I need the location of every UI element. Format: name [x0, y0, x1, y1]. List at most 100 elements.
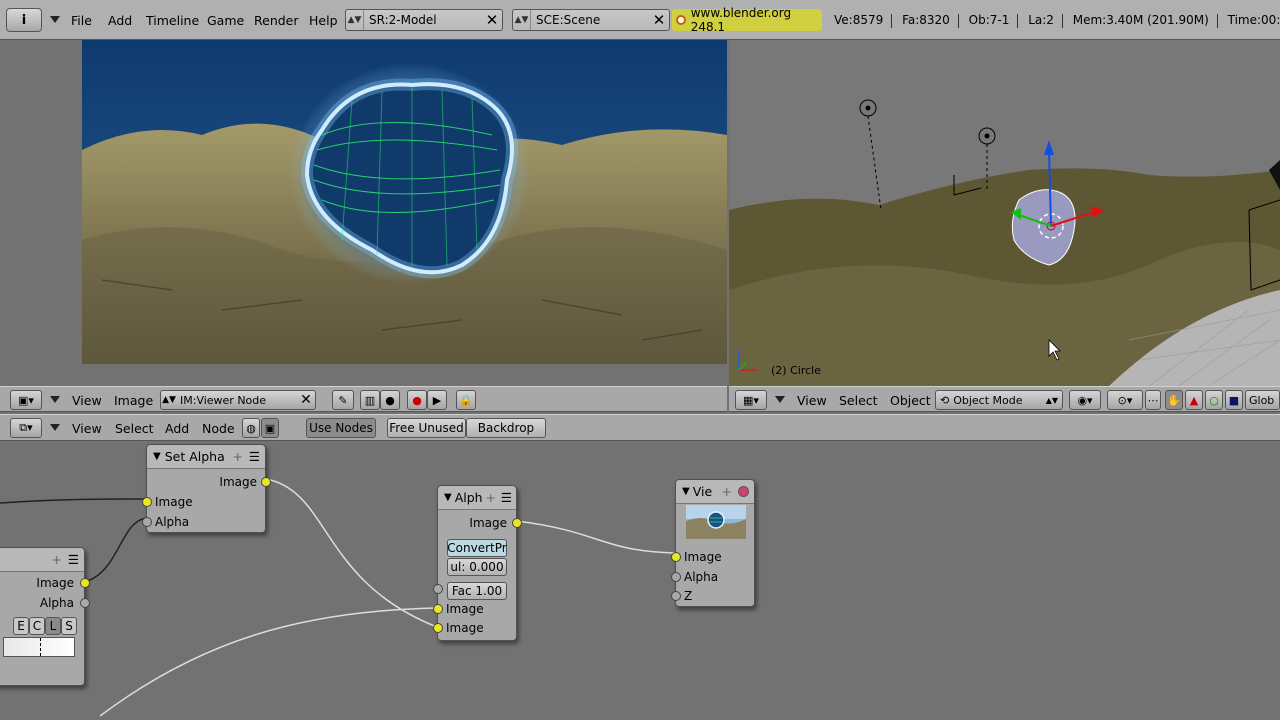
record-icon[interactable]: ●	[407, 390, 427, 410]
viewer-node[interactable]: ▼ Vie + Image Alpha Z	[671, 479, 755, 607]
header-collapse-icon[interactable]	[50, 16, 60, 23]
image-browse-icon[interactable]: ▲▼	[161, 395, 177, 405]
image-header-collapse-icon[interactable]	[50, 396, 60, 403]
node-menu-icon[interactable]: ☰	[68, 552, 79, 567]
input-socket[interactable]	[671, 572, 681, 582]
node-header-collapse-icon[interactable]	[50, 424, 60, 431]
screen-selector[interactable]: ▲▼ SR:2-Model ✕	[345, 9, 503, 31]
node-menu-node[interactable]: Node	[202, 421, 235, 436]
menu-file[interactable]: File	[71, 13, 92, 28]
fac-field[interactable]: Fac 1.00	[447, 582, 507, 600]
draw-type-button[interactable]: ◉▾	[1069, 390, 1101, 410]
tab-e[interactable]: E	[13, 617, 29, 635]
input-socket[interactable]	[671, 591, 681, 601]
node-plus-icon[interactable]: +	[722, 484, 732, 499]
rotate-manipulator-icon[interactable]: ○	[1205, 390, 1223, 410]
left-image-node[interactable]: + ☰ Image Alpha E C L S	[0, 547, 90, 686]
info-editor-type-button[interactable]: i	[6, 8, 42, 32]
premul-field[interactable]: ul: 0.000	[447, 558, 507, 576]
input-socket[interactable]	[433, 584, 443, 594]
alpha-over-input-image1: Image	[446, 602, 484, 616]
tab-l[interactable]: L	[45, 617, 61, 635]
scale-manipulator-icon[interactable]: ■	[1225, 390, 1243, 410]
node-plus-icon[interactable]: +	[486, 490, 496, 505]
render-window-icon[interactable]: ▥	[360, 390, 380, 410]
node-menu-select[interactable]: Select	[115, 421, 154, 436]
3d-menu-object[interactable]: Object	[890, 393, 931, 408]
node-menu-view[interactable]: View	[72, 421, 102, 436]
pin-icon[interactable]: ✎	[332, 390, 354, 410]
input-socket[interactable]	[433, 623, 443, 633]
snap-icon[interactable]: ⋯	[1145, 390, 1161, 410]
menu-game[interactable]: Game	[207, 13, 244, 28]
material-nodes-icon[interactable]: ◍	[242, 418, 260, 438]
website-link[interactable]: www.blender.org 248.1	[672, 6, 822, 34]
screen-name[interactable]: SR:2-Model	[364, 13, 482, 27]
output-socket[interactable]	[261, 477, 271, 487]
3d-menu-select[interactable]: Select	[839, 393, 878, 408]
translate-manipulator-icon[interactable]: ▲	[1185, 390, 1203, 410]
menu-timeline[interactable]: Timeline	[146, 13, 199, 28]
output-socket[interactable]	[512, 518, 522, 528]
free-unused-toggle[interactable]: Free Unused	[387, 418, 466, 438]
3d-menu-view[interactable]: View	[797, 393, 827, 408]
left-node-header[interactable]: + ☰	[0, 548, 84, 572]
3d-header-collapse-icon[interactable]	[775, 396, 785, 403]
image-editor-type-button[interactable]: ▣▾	[10, 390, 42, 410]
scene-name[interactable]: SCE:Scene	[531, 13, 649, 27]
image-close-icon[interactable]: ✕	[297, 392, 315, 408]
output-socket[interactable]	[80, 598, 90, 608]
node-menu-icon[interactable]: ☰	[249, 449, 260, 464]
menu-add[interactable]: Add	[108, 13, 132, 28]
viewer-active-icon[interactable]	[738, 486, 749, 497]
screen-browse-icon[interactable]: ▲▼	[346, 10, 364, 30]
node-menu-icon[interactable]: ☰	[501, 490, 512, 505]
ramp-marker[interactable]	[40, 638, 41, 656]
set-alpha-node[interactable]: ▼ Set Alpha + ☰ Image Image Alpha	[142, 444, 271, 533]
alpha-over-node[interactable]: ▼ Alph + ☰ Image ConvertPr ul: 0.000 Fac…	[433, 485, 522, 641]
use-nodes-toggle[interactable]: Use Nodes	[306, 418, 376, 438]
screen-close-icon[interactable]: ✕	[482, 11, 502, 29]
mode-selector[interactable]: ⟲ Object Mode ▲▼	[935, 390, 1063, 410]
node-editor-canvas[interactable]: ▼ Set Alpha + ☰ Image Image Alpha + ☰ Im…	[0, 441, 1280, 720]
play-icon[interactable]: ▶	[427, 390, 447, 410]
3d-editor-type-button[interactable]: ▦▾	[735, 390, 767, 410]
lock-icon[interactable]: 🔒	[456, 390, 476, 410]
backdrop-toggle[interactable]: Backdrop	[466, 418, 546, 438]
input-socket[interactable]	[142, 517, 152, 527]
orientation-selector[interactable]: Glob	[1245, 390, 1280, 410]
image-name[interactable]: IM:Viewer Node	[177, 394, 297, 407]
node-menu-add[interactable]: Add	[165, 421, 189, 436]
scene-browse-icon[interactable]: ▲▼	[513, 10, 531, 30]
3d-viewport[interactable]: (2) Circle	[729, 40, 1280, 386]
viewer-node-header[interactable]: ▼ Vie +	[676, 480, 754, 504]
node-editor-type-button[interactable]: ⧉▾	[10, 418, 42, 438]
node-collapse-icon[interactable]: ▼	[682, 486, 690, 497]
menu-help[interactable]: Help	[309, 13, 338, 28]
tab-s[interactable]: S	[61, 617, 77, 635]
input-socket[interactable]	[671, 552, 681, 562]
node-collapse-icon[interactable]: ▼	[444, 492, 452, 503]
tab-c[interactable]: C	[29, 617, 45, 635]
image-selector[interactable]: ▲▼ IM:Viewer Node ✕	[160, 390, 316, 410]
scene-close-icon[interactable]: ✕	[649, 11, 669, 29]
node-plus-icon[interactable]: +	[233, 449, 243, 464]
hand-manipulator-icon[interactable]: ✋	[1165, 390, 1183, 410]
color-ramp-bar[interactable]	[3, 637, 75, 657]
viewer-input-image: Image	[684, 550, 722, 564]
scene-selector[interactable]: ▲▼ SCE:Scene ✕	[512, 9, 670, 31]
image-menu-image[interactable]: Image	[114, 393, 153, 408]
menu-render[interactable]: Render	[254, 13, 299, 28]
alpha-over-node-header[interactable]: ▼ Alph + ☰	[438, 486, 516, 510]
output-socket[interactable]	[80, 578, 90, 588]
pivot-button[interactable]: ⊙▾	[1107, 390, 1143, 410]
image-menu-view[interactable]: View	[72, 393, 102, 408]
node-plus-icon[interactable]: +	[52, 552, 62, 567]
node-collapse-icon[interactable]: ▼	[153, 451, 161, 462]
set-alpha-node-header[interactable]: ▼ Set Alpha + ☰	[147, 445, 265, 469]
input-socket[interactable]	[142, 497, 152, 507]
dot-icon[interactable]: ●	[380, 390, 400, 410]
composite-nodes-icon[interactable]: ▣	[261, 418, 279, 438]
convert-premul-toggle[interactable]: ConvertPr	[447, 539, 507, 557]
input-socket[interactable]	[433, 604, 443, 614]
